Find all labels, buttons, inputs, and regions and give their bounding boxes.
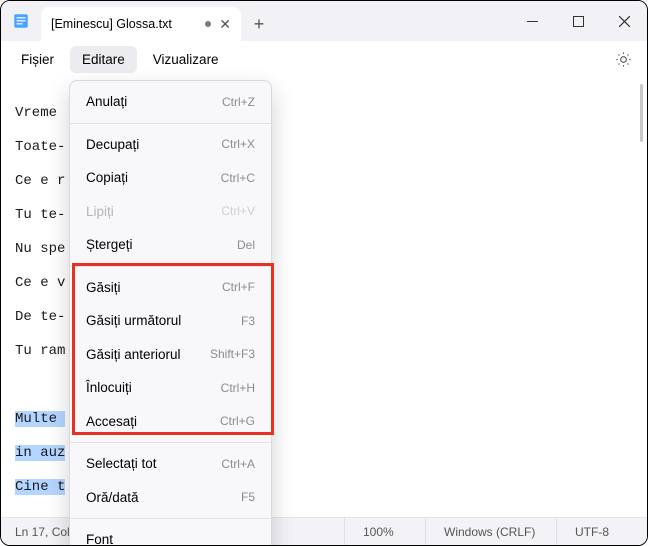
menu-select-all[interactable]: Selectați totCtrl+A [74, 447, 267, 481]
menu-separator [70, 266, 271, 267]
menu-replace[interactable]: ÎnlocuițiCtrl+H [74, 371, 267, 405]
app-icon [1, 1, 41, 41]
menu-separator [70, 518, 271, 519]
tab-close-icon[interactable]: ✕ [219, 16, 231, 33]
menu-goto[interactable]: AccesațiCtrl+G [74, 405, 267, 439]
gear-icon [615, 51, 632, 68]
status-line-ending[interactable]: Windows (CRLF) [426, 518, 556, 545]
menu-find[interactable]: GăsițiCtrl+F [74, 271, 267, 305]
minimize-button[interactable] [509, 1, 555, 41]
titlebar: [Eminescu] Glossa.txt ✕ + [1, 1, 647, 41]
tab-title: [Eminescu] Glossa.txt [51, 17, 197, 31]
edit-dropdown-menu: AnulațiCtrl+Z DecupațiCtrl+X CopiațiCtrl… [69, 80, 272, 546]
vertical-scrollbar[interactable] [640, 84, 643, 142]
menu-undo[interactable]: AnulațiCtrl+Z [74, 85, 267, 119]
menu-separator [70, 442, 271, 443]
menu-cut[interactable]: DecupațiCtrl+X [74, 128, 267, 162]
editor-area[interactable]: Vreme Toate- Ce e r Tu te- Nu spe Ce e v… [1, 79, 647, 517]
document-tab[interactable]: [Eminescu] Glossa.txt ✕ [41, 7, 241, 41]
menu-paste: LipițiCtrl+V [74, 195, 267, 229]
close-button[interactable] [601, 1, 647, 41]
menu-delete[interactable]: ȘtergețiDel [74, 228, 267, 262]
menu-font[interactable]: Font [74, 523, 267, 546]
maximize-button[interactable] [555, 1, 601, 41]
menu-view[interactable]: Vizualizare [141, 46, 231, 73]
menu-edit[interactable]: Editare [70, 46, 137, 73]
menu-time-date[interactable]: Oră/datăF5 [74, 481, 267, 515]
menu-find-prev[interactable]: Găsiți anteriorulShift+F3 [74, 338, 267, 372]
unsaved-dot-icon [205, 21, 211, 27]
status-zoom[interactable]: 100% [345, 518, 425, 545]
menubar: Fișier Editare Vizualizare [1, 41, 647, 79]
notepad-window: [Eminescu] Glossa.txt ✕ + Fișier Editare… [0, 0, 648, 546]
menu-file[interactable]: Fișier [9, 46, 66, 73]
menu-separator [70, 123, 271, 124]
settings-button[interactable] [607, 44, 639, 76]
status-encoding[interactable]: UTF-8 [557, 518, 647, 545]
menu-copy[interactable]: CopiațiCtrl+C [74, 161, 267, 195]
new-tab-button[interactable]: + [241, 7, 277, 41]
menu-find-next[interactable]: Găsiți următorulF3 [74, 304, 267, 338]
